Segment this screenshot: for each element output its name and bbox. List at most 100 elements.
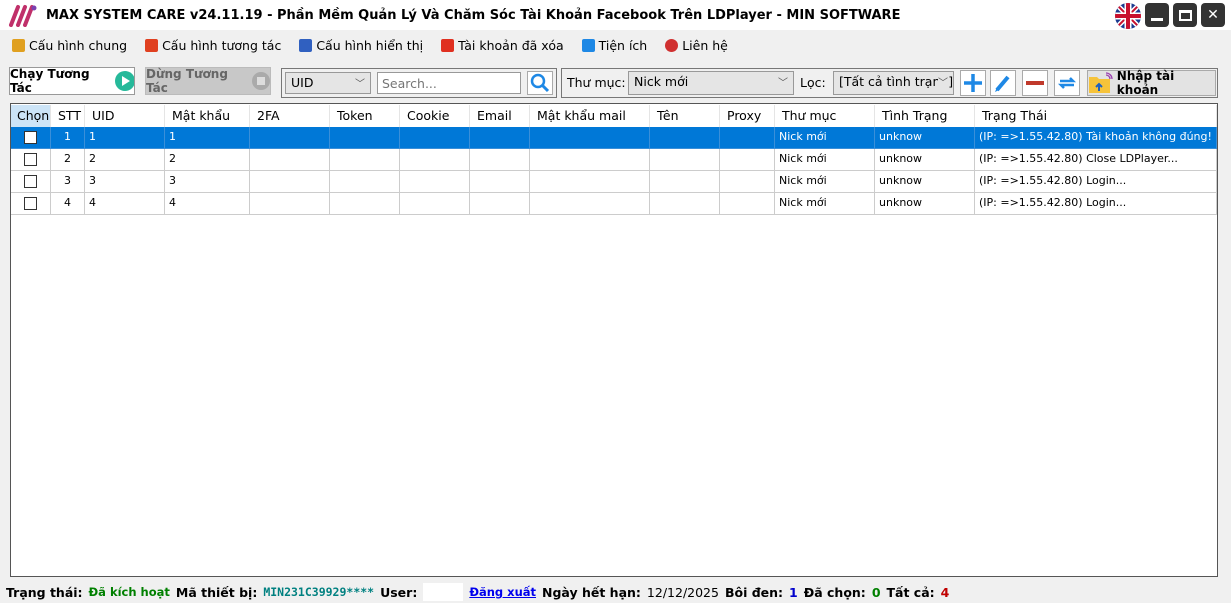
table-cell[interactable]: 4 [165,193,250,215]
table-row[interactable]: 1 1 1 Nick mới unknow (IP: =>1.55.42.80) Tài … [11,127,1217,149]
table-cell[interactable] [530,149,650,171]
table-cell[interactable] [470,149,530,171]
table-cell[interactable]: Nick mới [775,149,875,171]
maximize-button[interactable] [1173,3,1197,27]
menu-item-5[interactable]: Liên hệ [665,38,728,53]
minimize-button[interactable] [1145,3,1169,27]
table-cell[interactable]: (IP: =>1.55.42.80) Login... [975,193,1217,215]
delete-account-button[interactable] [1022,70,1048,96]
table-cell[interactable] [530,193,650,215]
row-checkbox[interactable] [24,131,37,144]
table-cell[interactable]: 3 [51,171,85,193]
table-cell[interactable]: 2 [51,149,85,171]
table-cell[interactable] [400,193,470,215]
column-header[interactable]: Proxy [720,105,775,127]
table-cell[interactable] [250,149,330,171]
table-cell[interactable]: 1 [85,127,165,149]
search-button[interactable] [527,71,553,95]
table-cell[interactable] [650,127,720,149]
table-cell[interactable] [650,193,720,215]
table-cell[interactable] [720,149,775,171]
refresh-button[interactable] [1054,70,1080,96]
table-row[interactable]: 2 2 2 Nick mới unknow (IP: =>1.55.42.80) Clos… [11,149,1217,171]
table-cell[interactable]: 4 [51,193,85,215]
table-cell[interactable] [470,193,530,215]
column-header[interactable]: Cookie [400,105,470,127]
table-cell[interactable]: unknow [875,193,975,215]
table-cell[interactable]: 1 [51,127,85,149]
menu-item-3[interactable]: Tài khoản đã xóa [441,38,564,53]
folder-select[interactable]: Nick mới ﹀ [628,71,794,95]
filter-select[interactable]: [Tất cả tình trạng] ﹀ [833,71,954,95]
table-row[interactable]: 4 4 4 Nick mới unknow (IP: =>1.55.42.80) Logi… [11,193,1217,215]
menu-item-1[interactable]: Cấu hình tương tác [145,38,281,53]
edit-account-button[interactable] [990,70,1016,96]
table-cell[interactable] [250,127,330,149]
column-header[interactable]: Mật khẩu mail [530,105,650,127]
table-cell[interactable]: 4 [85,193,165,215]
column-header[interactable]: Email [470,105,530,127]
column-header[interactable]: 2FA [250,105,330,127]
column-header[interactable]: Chọn [11,105,51,127]
menu-item-0[interactable]: Cấu hình chung [12,38,127,53]
table-cell[interactable]: unknow [875,127,975,149]
table-cell[interactable]: 2 [165,149,250,171]
search-input[interactable] [377,72,521,94]
table-cell[interactable] [470,127,530,149]
table-cell[interactable] [250,171,330,193]
table-cell[interactable] [400,171,470,193]
table-cell[interactable]: (IP: =>1.55.42.80) Login... [975,171,1217,193]
row-checkbox-cell[interactable] [11,171,51,193]
table-cell[interactable] [650,171,720,193]
menu-item-2[interactable]: Cấu hình hiển thị [299,38,423,53]
search-field-select[interactable]: UID ﹀ [285,72,371,94]
column-header[interactable]: Trạng Thái [975,105,1217,127]
table-cell[interactable]: 1 [165,127,250,149]
table-cell[interactable] [530,127,650,149]
table-row[interactable]: 3 3 3 Nick mới unknow (IP: =>1.55.42.80) Logi… [11,171,1217,193]
column-header[interactable]: Thư mục [775,105,875,127]
table-cell[interactable]: 2 [85,149,165,171]
table-cell[interactable] [330,127,400,149]
table-cell[interactable]: unknow [875,171,975,193]
logout-link[interactable]: Đăng xuất [469,585,536,599]
column-header[interactable]: UID [85,105,165,127]
table-cell[interactable] [720,127,775,149]
column-header[interactable]: Tình Trạng [875,105,975,127]
add-account-button[interactable] [960,70,986,96]
table-cell[interactable] [470,171,530,193]
table-cell[interactable]: 3 [85,171,165,193]
column-header[interactable]: STT [51,105,85,127]
table-cell[interactable]: 3 [165,171,250,193]
table-cell[interactable]: Nick mới [775,193,875,215]
column-header[interactable]: Mật khẩu [165,105,250,127]
row-checkbox[interactable] [24,175,37,188]
table-cell[interactable]: Nick mới [775,127,875,149]
import-account-button[interactable]: Nhập tài khoản [1087,69,1216,97]
close-button[interactable]: ✕ [1201,3,1225,27]
row-checkbox[interactable] [24,197,37,210]
table-cell[interactable] [720,193,775,215]
table-cell[interactable] [250,193,330,215]
table-cell[interactable] [330,149,400,171]
row-checkbox-cell[interactable] [11,193,51,215]
row-checkbox-cell[interactable] [11,127,51,149]
table-cell[interactable]: (IP: =>1.55.42.80) Tài khoản không đúng! [975,127,1217,149]
table-cell[interactable] [330,171,400,193]
table-cell[interactable] [400,149,470,171]
language-uk-flag-icon[interactable] [1115,3,1141,29]
row-checkbox-cell[interactable] [11,149,51,171]
column-header[interactable]: Token [330,105,400,127]
table-cell[interactable] [400,127,470,149]
table-cell[interactable]: unknow [875,149,975,171]
table-cell[interactable] [650,149,720,171]
table-cell[interactable] [530,171,650,193]
table-cell[interactable] [720,171,775,193]
menu-item-4[interactable]: Tiện ích [581,38,647,53]
row-checkbox[interactable] [24,153,37,166]
column-header[interactable]: Tên [650,105,720,127]
run-interaction-button[interactable]: Chạy Tương Tác [9,67,135,95]
table-cell[interactable]: Nick mới [775,171,875,193]
table-cell[interactable] [330,193,400,215]
stop-interaction-button[interactable]: Dừng Tương Tác [145,67,271,95]
